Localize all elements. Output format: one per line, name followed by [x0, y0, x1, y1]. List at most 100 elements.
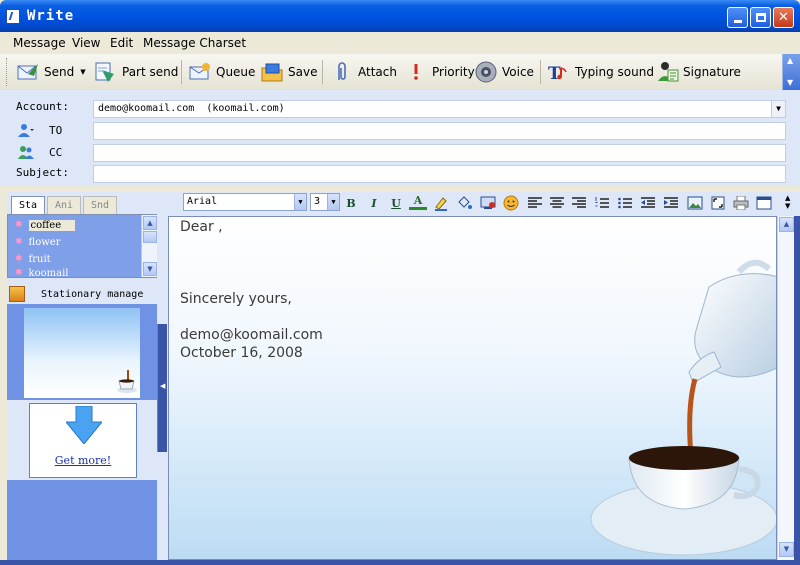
tab-ani[interactable]: Ani [47, 196, 81, 214]
highlighter-icon [435, 197, 447, 211]
signature-button[interactable]: Signature [655, 58, 741, 86]
expand-icon [711, 196, 725, 210]
insert-table-button[interactable] [479, 194, 497, 212]
queue-icon [189, 63, 210, 80]
chevron-down-icon: ▼ [787, 78, 794, 87]
highlight-button[interactable] [432, 194, 450, 212]
queue-button[interactable]: Queue [188, 58, 255, 86]
cc-contacts-icon[interactable] [18, 145, 34, 159]
body-date[interactable]: October 16, 2008 [180, 345, 303, 361]
align-left-button[interactable] [526, 194, 544, 212]
toolbar-overflow[interactable]: ▲ ▼ [782, 54, 800, 90]
format-toolbar-overflow[interactable]: ▲ ▼ [785, 194, 790, 210]
font-color-button[interactable]: A [409, 194, 427, 210]
window-title: Write [27, 8, 75, 24]
source-view-button[interactable] [755, 194, 773, 212]
cc-field[interactable] [93, 144, 786, 162]
save-button[interactable]: Save [260, 58, 317, 86]
stationery-list-scrollbar[interactable]: ▲ ▼ [141, 215, 157, 277]
body-email[interactable]: demo@koomail.com [180, 327, 323, 343]
send-dropdown-icon[interactable]: ▼ [80, 68, 85, 76]
tab-sta[interactable]: Sta [11, 196, 45, 214]
bullet-list-button[interactable] [616, 194, 634, 212]
priority-button[interactable]: Priority [404, 58, 475, 86]
send-icon [17, 64, 38, 80]
get-more-link[interactable]: Get more! [30, 454, 136, 467]
window-border-right [794, 216, 800, 565]
paint-button[interactable] [455, 194, 473, 212]
bullet-list-icon [618, 197, 632, 209]
stationary-manage-button[interactable]: Stationary manage [7, 284, 157, 304]
speaker-icon [475, 61, 497, 83]
subject-field[interactable] [93, 165, 786, 183]
list-item-flower[interactable]: ✱ flower [15, 234, 61, 250]
part-send-icon [95, 62, 114, 82]
stationery-bullet-icon: ✱ [15, 237, 23, 247]
align-center-button[interactable] [548, 194, 566, 212]
title-bar[interactable]: Write ✕ [0, 0, 800, 32]
stationery-panel-fill [7, 480, 157, 565]
stationery-thumbnail[interactable] [24, 308, 140, 398]
attach-button[interactable]: Attach [330, 58, 397, 86]
scroll-down-icon[interactable]: ▼ [143, 262, 157, 276]
panel-splitter[interactable]: ◀ [157, 324, 167, 452]
menu-view[interactable]: View [72, 36, 100, 50]
italic-button[interactable]: I [365, 194, 383, 212]
toolbar-grip[interactable] [6, 58, 10, 86]
scroll-up-icon[interactable]: ▲ [779, 217, 794, 232]
close-button[interactable]: ✕ [773, 7, 794, 28]
stationery-bullet-icon: ✱ [15, 220, 23, 230]
maximize-button[interactable] [750, 7, 771, 28]
printer-icon [733, 196, 749, 210]
body-greeting[interactable]: Dear , [180, 219, 223, 235]
send-button[interactable]: Send ▼ [16, 58, 86, 86]
align-right-icon [572, 197, 586, 208]
get-more-panel[interactable]: Get more! [29, 403, 137, 478]
stationery-preview [7, 304, 157, 400]
menu-message[interactable]: Message [13, 36, 66, 50]
fullscreen-button[interactable] [709, 194, 727, 212]
paint-bucket-icon [458, 196, 472, 209]
typing-sound-button[interactable]: T Typing sound [547, 58, 654, 86]
maximize-icon [755, 13, 766, 22]
list-item-koomail[interactable]: ✱ koomail [15, 268, 69, 279]
toolbar-separator [181, 60, 182, 84]
menu-message-charset[interactable]: Message Charset [143, 36, 246, 50]
emoticon-button[interactable] [502, 194, 520, 212]
tab-snd[interactable]: Snd [83, 196, 117, 214]
chevron-down-icon[interactable]: ▼ [771, 101, 785, 117]
outdent-button[interactable] [639, 194, 657, 212]
message-body-editor[interactable]: Dear , Sincerely yours, demo@koomail.com… [168, 216, 777, 560]
print-button[interactable] [732, 194, 750, 212]
list-item-fruit[interactable]: ✱ fruit [15, 251, 51, 267]
list-item-coffee[interactable]: ✱ coffee [15, 217, 76, 233]
underline-button[interactable]: U [387, 194, 405, 212]
voice-button[interactable]: Voice [474, 58, 534, 86]
scroll-up-icon[interactable]: ▲ [143, 216, 157, 230]
cc-label: CC [49, 146, 63, 159]
chevron-down-icon[interactable]: ▼ [327, 194, 339, 210]
insert-image-button[interactable] [686, 194, 704, 212]
account-select[interactable]: demo@koomail.com (koomail.com) ▼ [93, 100, 786, 118]
scroll-down-icon[interactable]: ▼ [779, 542, 794, 557]
bold-button[interactable]: B [342, 194, 360, 212]
indent-button[interactable] [662, 194, 680, 212]
numbered-list-button[interactable] [593, 194, 611, 212]
minimize-button[interactable] [727, 7, 748, 28]
to-field[interactable] [93, 122, 786, 140]
signature-icon [658, 62, 679, 82]
font-select[interactable]: Arial ▼ [183, 193, 307, 211]
font-size-select[interactable]: 3 ▼ [310, 193, 340, 211]
teacup-icon [117, 370, 137, 393]
screen-capture-icon [480, 196, 496, 209]
typing-sound-icon: T [548, 64, 567, 84]
chevron-down-icon[interactable]: ▼ [294, 194, 306, 210]
scroll-thumb[interactable] [143, 231, 157, 243]
body-closing[interactable]: Sincerely yours, [180, 291, 292, 307]
part-send-button[interactable]: Part send [94, 58, 178, 86]
smiley-icon [503, 195, 519, 211]
menu-edit[interactable]: Edit [110, 36, 133, 50]
to-contacts-icon[interactable] [18, 123, 34, 137]
align-right-button[interactable] [570, 194, 588, 212]
editor-scrollbar[interactable]: ▲ ▼ [777, 216, 794, 560]
